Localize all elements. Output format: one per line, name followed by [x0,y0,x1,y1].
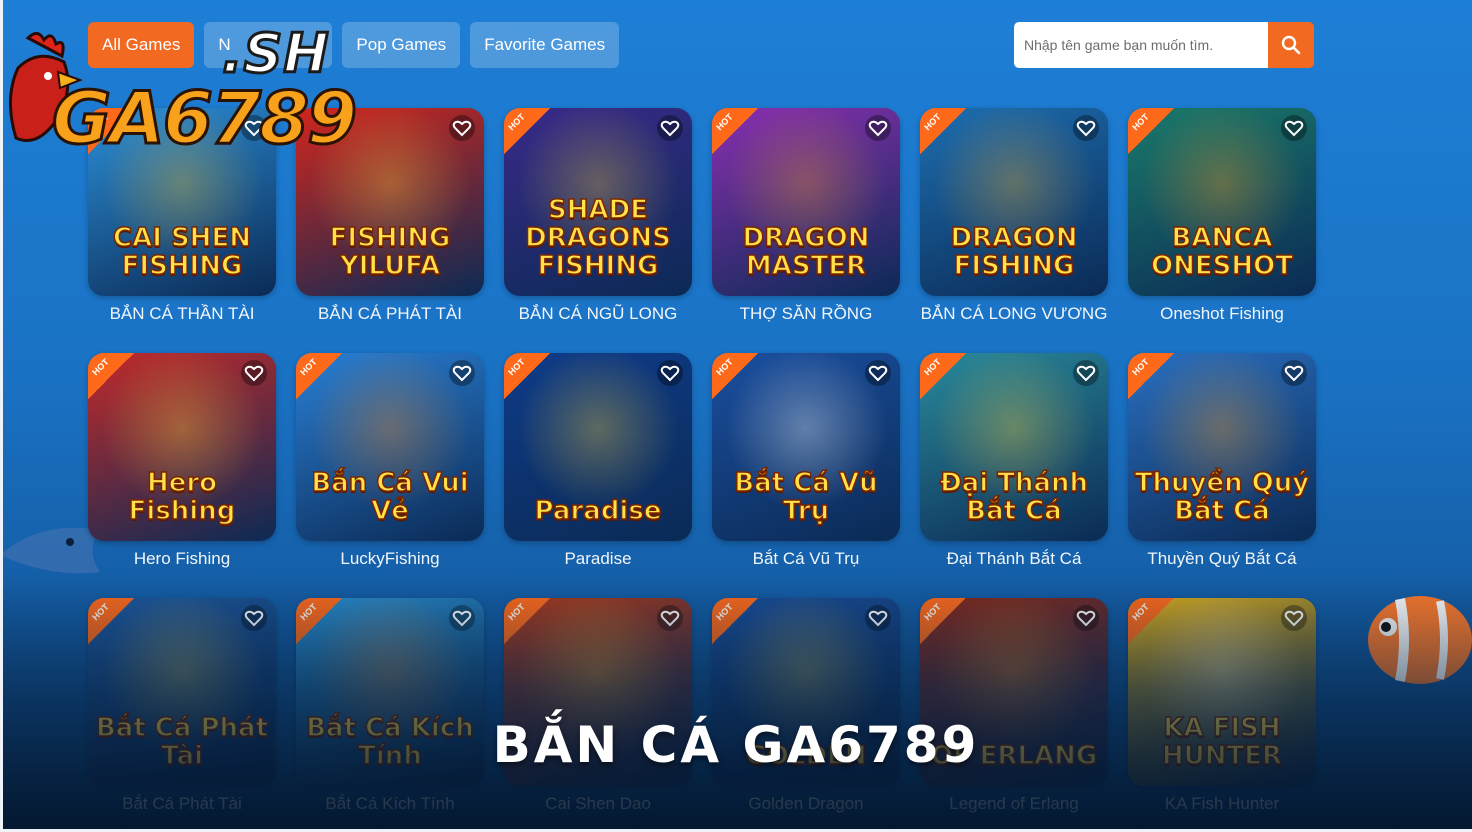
logo-brand: GA6789 [50,75,358,162]
game-card[interactable]: HOT Hero Fishing Hero Fishing [88,353,276,569]
favorite-heart-icon[interactable] [1072,359,1100,387]
clownfish-decoration [1368,596,1472,684]
game-art-title: BANCA ONESHOT [1150,223,1293,281]
favorite-heart-icon[interactable] [448,359,476,387]
game-name[interactable]: THỢ SĂN RỒNG [712,304,900,324]
hot-badge: HOT [920,353,966,399]
game-thumbnail[interactable]: HOT SHADE DRAGONS FISHING [504,108,692,296]
game-name[interactable]: Bắt Cá Kích Tính [296,794,484,814]
game-thumbnail[interactable]: HOT Bắn Cá Vui Vẻ [296,353,484,541]
hot-badge: HOT [504,108,550,154]
game-name[interactable]: BẮN CÁ NGŨ LONG [504,304,692,324]
game-card[interactable]: HOT Bắt Cá Vũ Trụ Bắt Cá Vũ Trụ [712,353,900,569]
game-card[interactable]: HOT Đại Thánh Bắt Cá Đại Thánh Bắt Cá [920,353,1108,569]
hot-badge: HOT [296,353,342,399]
game-thumbnail[interactable]: HOT Bắt Cá Vũ Trụ [712,353,900,541]
favorite-heart-icon[interactable] [240,359,268,387]
tab-pop-games[interactable]: Pop Games [342,22,461,68]
search-button[interactable] [1268,22,1314,68]
game-name[interactable]: Đại Thánh Bắt Cá [920,549,1108,569]
favorite-heart-icon[interactable] [1280,604,1308,632]
game-thumbnail[interactable]: HOT Thuyền Quý Bắt Cá [1128,353,1316,541]
hot-badge: HOT [712,108,758,154]
favorite-heart-icon[interactable] [864,604,892,632]
game-card[interactable]: HOT SHADE DRAGONS FISHING BẮN CÁ NGŨ LONG [504,108,692,324]
game-name[interactable]: LuckyFishing [296,549,484,569]
game-thumbnail[interactable]: HOT DRAGON MASTER [712,108,900,296]
hot-badge: HOT [504,598,550,644]
game-art-title: Thuyền Quý Bắt Cá [1134,468,1310,526]
favorite-heart-icon[interactable] [656,114,684,142]
game-art-title: Bắn Cá Vui Vẻ [311,468,470,526]
hot-badge: HOT [920,598,966,644]
game-thumbnail[interactable]: HOT BANCA ONESHOT [1128,108,1316,296]
favorite-heart-icon[interactable] [448,114,476,142]
game-name[interactable]: Bắt Cá Vũ Trụ [712,549,900,569]
favorite-heart-icon[interactable] [1072,114,1100,142]
game-name[interactable]: BẮN CÁ THẦN TÀI [88,304,276,324]
search-icon [1281,35,1301,55]
game-search [1014,22,1314,68]
game-art-title: Hero Fishing [128,468,236,526]
game-art-title: SHADE DRAGONS FISHING [524,195,671,281]
game-card[interactable]: HOT Bắt Cá Kích Tính Bắt Cá Kích Tính [296,598,484,814]
game-name[interactable]: BẮN CÁ PHÁT TÀI [296,304,484,324]
tab-favorite-games[interactable]: Favorite Games [470,22,620,68]
game-art-title: Paradise [534,496,662,526]
game-thumbnail[interactable]: HOT Hero Fishing [88,353,276,541]
favorite-heart-icon[interactable] [864,359,892,387]
game-name[interactable]: Hero Fishing [88,549,276,569]
game-name[interactable]: KA Fish Hunter [1128,794,1316,814]
game-card[interactable]: HOT KA FISH HUNTER KA Fish Hunter [1128,598,1316,814]
game-art-title: DRAGON MASTER [742,223,870,281]
game-card[interactable]: HOT DRAGON FISHING BẮN CÁ LONG VƯƠNG [920,108,1108,324]
game-name[interactable]: Legend of Erlang [920,794,1108,814]
game-card[interactable]: HOT DRAGON MASTER THỢ SĂN RỒNG [712,108,900,324]
favorite-heart-icon[interactable] [656,359,684,387]
game-thumbnail[interactable]: HOT Đại Thánh Bắt Cá [920,353,1108,541]
game-art-title: Đại Thánh Bắt Cá [939,468,1089,526]
game-card[interactable]: HOT Thuyền Quý Bắt Cá Thuyền Quý Bắt Cá [1128,353,1316,569]
hot-badge: HOT [1128,598,1174,644]
game-art-title: DRAGON FISHING [950,223,1078,281]
hot-badge: HOT [88,353,134,399]
favorite-heart-icon[interactable] [864,114,892,142]
game-card[interactable]: HOT Paradise Paradise [504,353,692,569]
favorite-heart-icon[interactable] [656,604,684,632]
game-thumbnail[interactable]: HOT DRAGON FISHING [920,108,1108,296]
game-art-title: FISHING YILUFA [329,223,451,281]
hot-badge: HOT [920,108,966,154]
favorite-heart-icon[interactable] [1072,604,1100,632]
game-name[interactable]: BẮN CÁ LONG VƯƠNG [920,304,1108,324]
hot-badge: HOT [712,598,758,644]
hot-badge: HOT [1128,353,1174,399]
favorite-heart-icon[interactable] [448,604,476,632]
hot-badge: HOT [296,598,342,644]
search-input[interactable] [1014,22,1268,68]
game-name[interactable]: Oneshot Fishing [1128,304,1316,324]
favorite-heart-icon[interactable] [240,604,268,632]
hot-badge: HOT [504,353,550,399]
game-name[interactable]: Paradise [504,549,692,569]
game-card[interactable]: HOT Bắt Cá Phát Tài Bắt Cá Phát Tài [88,598,276,814]
game-card[interactable]: HOT Cai Shen Dao [504,598,692,814]
game-name[interactable]: Cai Shen Dao [504,794,692,814]
hot-badge: HOT [88,598,134,644]
game-card[interactable]: HOT GOLDEN Golden Dragon [712,598,900,814]
hot-badge: HOT [1128,108,1174,154]
favorite-heart-icon[interactable] [1280,359,1308,387]
game-card[interactable]: HOT BANCA ONESHOT Oneshot Fishing [1128,108,1316,324]
game-card[interactable]: HOT Bắn Cá Vui Vẻ LuckyFishing [296,353,484,569]
favorite-heart-icon[interactable] [1280,114,1308,142]
game-art-title: Bắt Cá Vũ Trụ [734,468,879,526]
game-name[interactable]: Thuyền Quý Bắt Cá [1128,549,1316,569]
game-name[interactable]: Golden Dragon [712,794,900,814]
game-card[interactable]: HOT OF ERLANG Legend of Erlang [920,598,1108,814]
banner-title: BẮN CÁ GA6789 [492,716,980,774]
game-thumbnail[interactable]: HOT Paradise [504,353,692,541]
hot-badge: HOT [712,353,758,399]
site-logo: .SH GA6789 [8,21,359,162]
game-art-title: CAI SHEN FISHING [112,223,251,281]
game-name[interactable]: Bắt Cá Phát Tài [88,794,276,814]
